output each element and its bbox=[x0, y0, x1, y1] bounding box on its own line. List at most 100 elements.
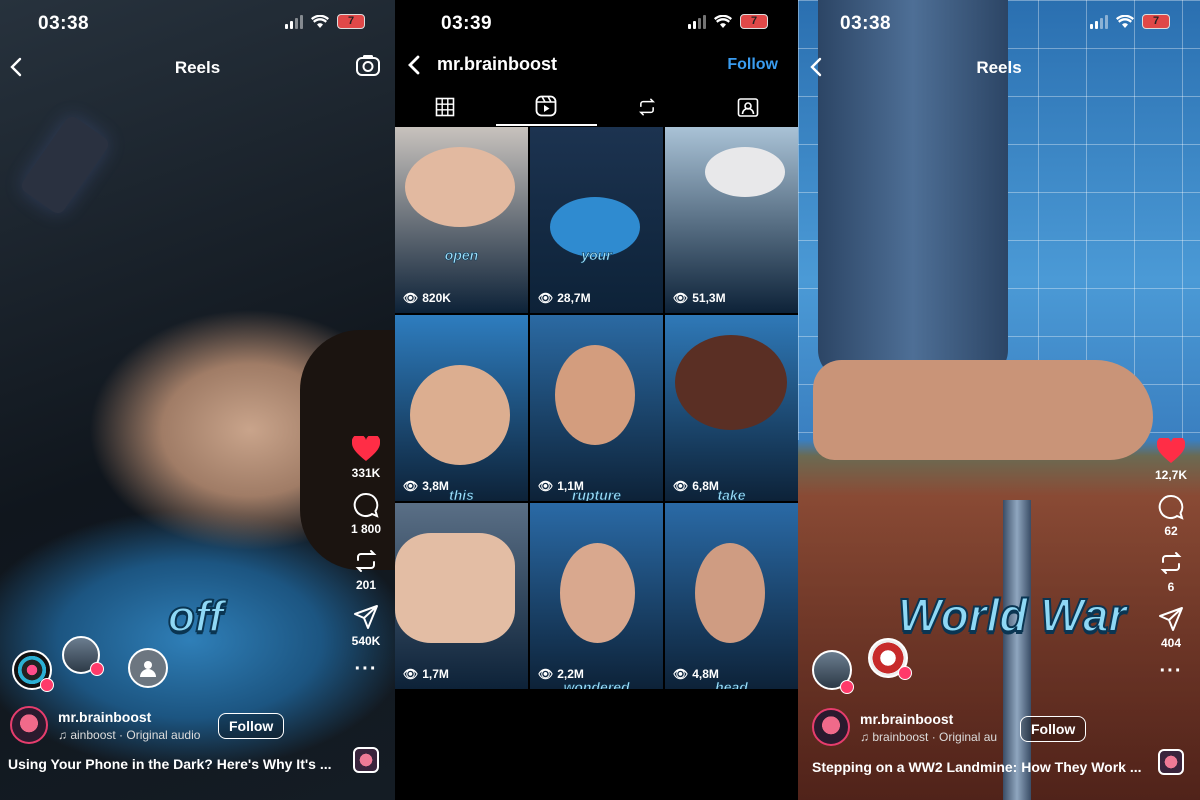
view-count-text: 3,8M bbox=[422, 479, 449, 493]
back-icon[interactable] bbox=[403, 52, 427, 78]
status-time: 03:38 bbox=[38, 13, 90, 34]
reel-author[interactable]: mr.brainboost ♫ brainboost · Original au bbox=[812, 708, 997, 746]
audio-text[interactable]: ainboost · Original audio bbox=[70, 728, 200, 742]
follow-button[interactable]: Follow bbox=[1020, 716, 1087, 742]
profile-panel: 03:39 7 mr.brainboost Follow open 👁820K bbox=[395, 0, 798, 800]
more-options-icon[interactable]: ··· bbox=[1160, 661, 1183, 681]
reel-thumbnail[interactable]: 👁 51,3M bbox=[665, 127, 798, 313]
heart-badge-icon bbox=[90, 662, 104, 676]
view-count: 👁 820K bbox=[403, 291, 451, 305]
repost-icon[interactable] bbox=[637, 96, 657, 118]
grid-icon[interactable] bbox=[435, 97, 455, 117]
audio-thumbnail[interactable] bbox=[1158, 749, 1184, 775]
view-count: 👁 1,7M bbox=[403, 667, 449, 681]
send-icon[interactable] bbox=[353, 604, 379, 630]
reel-caption[interactable]: Using Your Phone in the Dark? Here's Why… bbox=[8, 756, 332, 772]
eye-icon: 👁 bbox=[403, 667, 419, 681]
audio-thumbnail[interactable] bbox=[353, 747, 379, 773]
view-count: 👁 1,1M bbox=[538, 479, 584, 493]
view-count: 👁 3,8M bbox=[403, 479, 449, 493]
eye-icon: 👁 bbox=[673, 667, 689, 681]
reel-video-right[interactable] bbox=[798, 0, 1200, 800]
person-icon bbox=[140, 661, 156, 677]
view-count-text: 6,8M bbox=[692, 479, 719, 493]
reel-thumbnail[interactable]: head 👁 4,8M bbox=[665, 503, 798, 689]
like-action[interactable]: 331K bbox=[352, 436, 380, 480]
reel-thumbnail[interactable]: take 👁 6,8M bbox=[665, 315, 798, 501]
signal-icon bbox=[1090, 14, 1108, 29]
heart-icon[interactable] bbox=[1157, 438, 1185, 464]
action-rail: 12,7K 62 6 404 ··· bbox=[1150, 438, 1192, 681]
eye-icon: 👁 bbox=[403, 479, 419, 493]
repost-icon[interactable] bbox=[353, 548, 379, 574]
tab-reposts[interactable] bbox=[597, 88, 698, 126]
tab-reels[interactable] bbox=[495, 88, 597, 126]
reel-thumbnail[interactable]: your 👁 28,7M bbox=[530, 127, 663, 313]
reel-thumbnail[interactable]: wondered 👁 2,2M bbox=[530, 503, 663, 689]
view-count-text: 28,7M bbox=[557, 291, 591, 305]
view-count: 👁 4,8M bbox=[673, 667, 719, 681]
eye-icon: 👁 bbox=[673, 479, 689, 493]
status-bar: 03:39 7 bbox=[395, 0, 798, 46]
music-note-icon: ♫ bbox=[860, 729, 873, 744]
reel-thumbnail[interactable]: rupture 👁 1,1M bbox=[530, 315, 663, 501]
like-action[interactable]: 12,7K bbox=[1155, 438, 1187, 482]
send-icon[interactable] bbox=[1158, 606, 1184, 632]
eye-icon: 👁 bbox=[538, 667, 554, 681]
heart-badge-icon bbox=[40, 678, 54, 692]
share-action[interactable]: 404 bbox=[1158, 606, 1184, 650]
avatar[interactable] bbox=[10, 706, 48, 744]
camera-icon[interactable] bbox=[355, 52, 381, 78]
thumbnail-figure bbox=[560, 543, 635, 643]
comment-action[interactable]: 1 800 bbox=[351, 492, 381, 536]
page-title: Reels bbox=[976, 58, 1022, 77]
repost-action[interactable]: 6 bbox=[1158, 550, 1184, 594]
reel-caption[interactable]: Stepping on a WW2 Landmine: How They Wor… bbox=[812, 759, 1142, 775]
heart-badge-icon bbox=[840, 680, 854, 694]
tagged-icon[interactable] bbox=[737, 96, 759, 118]
follow-button[interactable]: Follow bbox=[727, 56, 778, 74]
view-count-text: 2,2M bbox=[557, 667, 584, 681]
repost-count: 6 bbox=[1167, 580, 1175, 594]
tab-grid[interactable] bbox=[395, 88, 496, 126]
repost-icon[interactable] bbox=[1158, 550, 1184, 576]
reel-video-left[interactable] bbox=[0, 0, 395, 800]
share-action[interactable]: 540K bbox=[352, 604, 380, 648]
profile-tabs bbox=[395, 88, 798, 126]
repost-action[interactable]: 201 bbox=[353, 548, 379, 592]
heart-icon[interactable] bbox=[352, 436, 380, 462]
comment-count: 1 800 bbox=[350, 522, 382, 536]
reel-thumbnail[interactable]: this 👁 3,8M bbox=[395, 315, 528, 501]
music-note-icon: ♫ bbox=[58, 727, 71, 742]
comment-icon[interactable] bbox=[353, 492, 379, 518]
author-username[interactable]: mr.brainboost bbox=[860, 711, 997, 727]
reels-icon[interactable] bbox=[535, 95, 557, 117]
status-time: 03:38 bbox=[840, 13, 892, 34]
author-username[interactable]: mr.brainboost bbox=[58, 709, 200, 725]
reels-header: Reels bbox=[0, 48, 395, 88]
comment-icon[interactable] bbox=[1158, 494, 1184, 520]
signal-icon bbox=[688, 14, 706, 29]
reels-grid: open 👁 820K your 👁 28,7M 👁 51,3M this 👁 3,8M… bbox=[395, 127, 798, 800]
reel-thumbnail[interactable]: 👁 1,7M bbox=[395, 503, 528, 689]
reels-header: Reels bbox=[798, 48, 1200, 88]
battery-icon: 7 bbox=[337, 14, 365, 29]
status-bar: 03:38 7 bbox=[798, 0, 1200, 46]
action-rail: 331K 1 800 201 540K ··· bbox=[345, 436, 387, 679]
status-bar: 03:38 7 bbox=[0, 0, 395, 46]
comment-action[interactable]: 62 bbox=[1158, 494, 1184, 538]
thumbnail-figure bbox=[555, 345, 635, 445]
thumbnail-figure bbox=[675, 335, 787, 430]
follow-button[interactable]: Follow bbox=[218, 713, 285, 739]
heart-badge-icon bbox=[898, 666, 912, 680]
thumbnail-figure bbox=[395, 533, 515, 643]
reel-author[interactable]: mr.brainboost ♫ ainboost · Original audi… bbox=[10, 706, 200, 744]
tab-tagged[interactable] bbox=[697, 88, 798, 126]
avatar[interactable] bbox=[128, 648, 168, 688]
wifi-icon bbox=[311, 14, 329, 28]
avatar[interactable] bbox=[812, 708, 850, 746]
reel-thumbnail[interactable]: open 👁 820K bbox=[395, 127, 528, 313]
audio-label: ♫ brainboost · Original au bbox=[860, 730, 997, 744]
audio-text[interactable]: brainboost · Original au bbox=[872, 730, 997, 744]
more-options-icon[interactable]: ··· bbox=[355, 659, 378, 679]
